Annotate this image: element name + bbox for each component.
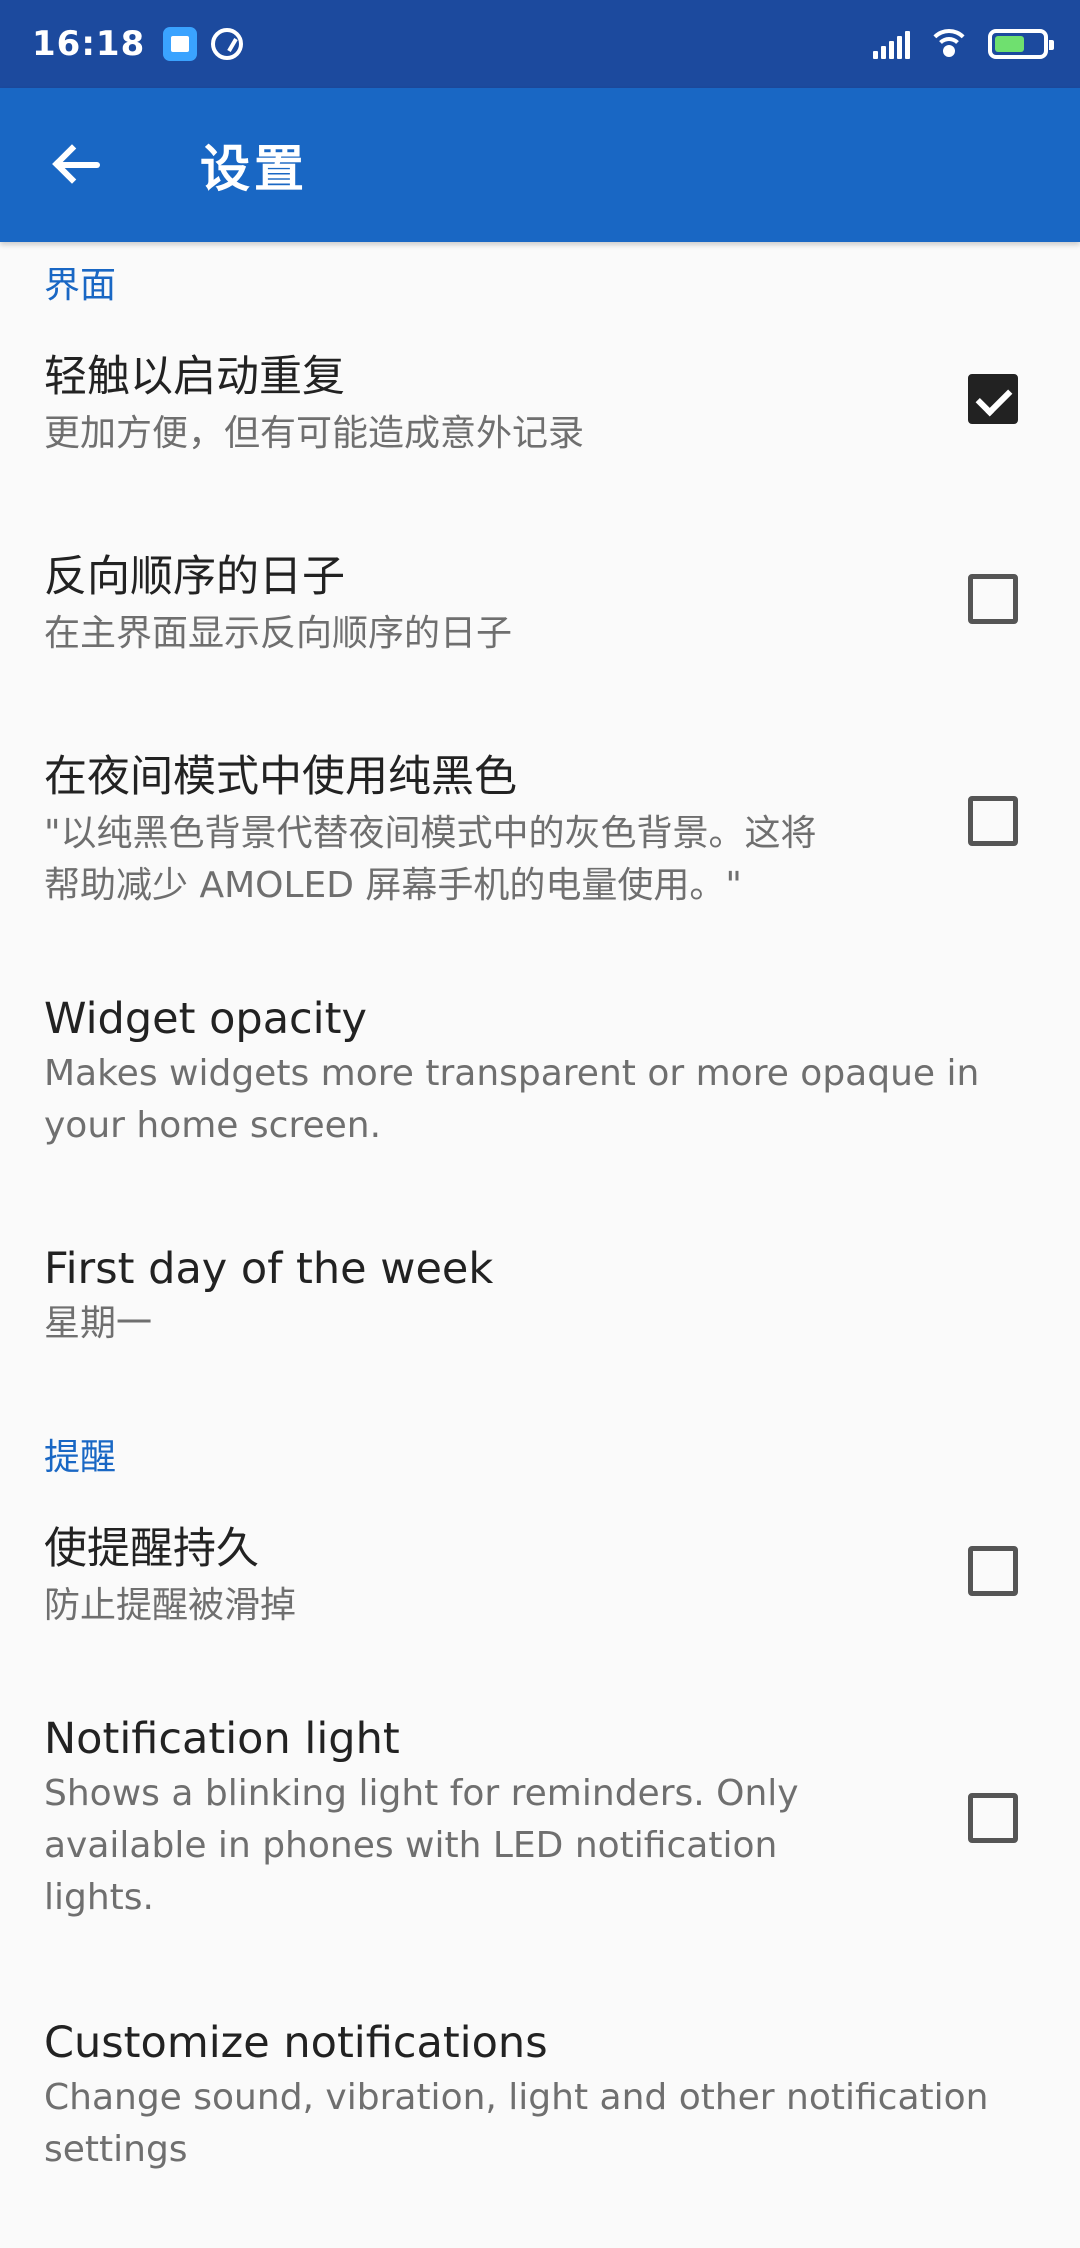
wifi-icon — [928, 29, 970, 59]
pref-notification-light[interactable]: Notification light Shows a blinking ligh… — [0, 1714, 1080, 1964]
pref-summary-line: "以纯黑色背景代替夜间模式中的灰色背景。这将 — [44, 813, 817, 854]
pref-tap-to-repeat[interactable]: 轻触以启动重复 更加方便，但有可能造成意外记录 — [0, 342, 1080, 512]
back-button[interactable] — [0, 88, 154, 242]
battery-charging-icon — [988, 29, 1054, 59]
sticky-reminders-checkbox[interactable] — [968, 1546, 1018, 1596]
pref-title: 轻触以启动重复 — [44, 352, 345, 402]
section-header-reminders: 提醒 — [44, 1437, 117, 1478]
pref-sticky-reminders[interactable]: 使提醒持久 防止提醒被滑掉 — [0, 1514, 1080, 1684]
pref-summary-line: lights. — [44, 1877, 154, 1918]
pref-summary: 更加方便，但有可能造成意外记录 — [44, 413, 585, 454]
pref-title: Widget opacity — [44, 994, 367, 1044]
pref-summary: 在主界面显示反向顺序的日子 — [44, 613, 513, 654]
notification-light-checkbox[interactable] — [968, 1793, 1018, 1843]
pure-black-checkbox[interactable] — [968, 796, 1018, 846]
notification-sync-icon — [211, 28, 244, 60]
reverse-days-checkbox[interactable] — [968, 574, 1018, 624]
section-header-interface: 界面 — [44, 265, 117, 306]
pref-reverse-days[interactable]: 反向顺序的日子 在主界面显示反向顺序的日子 — [0, 542, 1080, 712]
pref-title: Notification light — [44, 1714, 400, 1764]
page-title: 设置 — [200, 140, 308, 198]
pref-pure-black[interactable]: 在夜间模式中使用纯黑色 "以纯黑色背景代替夜间模式中的灰色背景。这将 帮助减少 … — [0, 742, 1080, 952]
pref-title: Customize notifications — [44, 2018, 548, 2068]
signal-icon — [873, 29, 910, 59]
pref-summary-line: available in phones with LED notificatio… — [44, 1825, 778, 1866]
pref-summary: 星期一 — [44, 1303, 153, 1344]
pref-customize-notifications[interactable]: Customize notifications Change sound, vi… — [0, 2018, 1080, 2218]
tap-to-repeat-checkbox[interactable] — [968, 374, 1018, 424]
pref-title: 在夜间模式中使用纯黑色 — [44, 752, 517, 802]
app-bar: 设置 — [0, 88, 1080, 242]
pref-title: 使提醒持久 — [44, 1524, 259, 1574]
pref-summary-line: Makes widgets more transparent or more o… — [44, 1053, 980, 1094]
pref-summary-line: Shows a blinking light for reminders. On… — [44, 1773, 799, 1814]
notification-app-icon — [163, 27, 198, 61]
pref-first-day[interactable]: First day of the week 星期一 — [0, 1244, 1080, 1384]
pref-summary-line: Change sound, vibration, light and other… — [44, 2077, 989, 2118]
pref-widget-opacity[interactable]: Widget opacity Makes widgets more transp… — [0, 994, 1080, 1194]
pref-summary: 防止提醒被滑掉 — [44, 1585, 297, 1626]
pref-summary-line: your home screen. — [44, 1105, 382, 1146]
status-bar: 16:18 — [0, 0, 1080, 88]
pref-title: 反向顺序的日子 — [44, 552, 345, 602]
pref-summary-line: 帮助减少 AMOLED 屏幕手机的电量使用。" — [44, 865, 742, 906]
back-arrow-icon — [52, 144, 100, 185]
pref-title: First day of the week — [44, 1244, 494, 1294]
status-time: 16:18 — [32, 24, 146, 64]
pref-summary-line: settings — [44, 2129, 188, 2170]
